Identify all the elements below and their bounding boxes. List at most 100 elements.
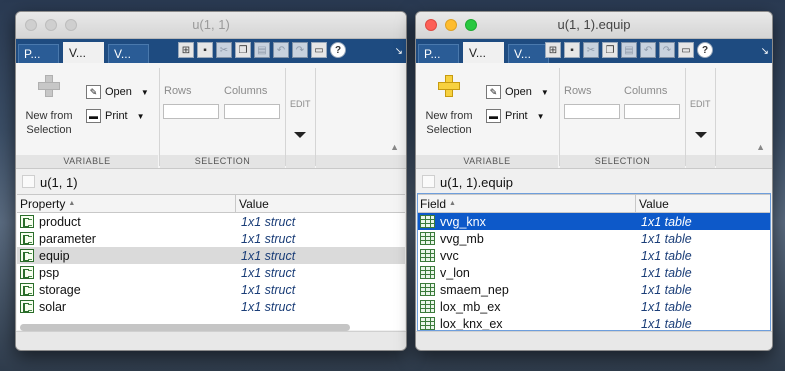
save-icon[interactable]: ▪ <box>564 42 580 58</box>
table-row[interactable]: vvg_mb 1x1 table <box>417 230 771 247</box>
field-name: equip <box>39 248 70 263</box>
layout-icon[interactable]: ▭ <box>311 42 327 58</box>
cut-icon[interactable]: ✂ <box>216 42 232 58</box>
field-table: Field ▲ Value vvg_knx 1x1 table vvg_mb 1x… <box>417 194 771 343</box>
table-icon <box>420 283 435 296</box>
rows-label: Rows <box>564 85 592 97</box>
copy-icon[interactable]: ❐ <box>602 42 618 58</box>
field-value: 1x1 struct <box>241 299 296 314</box>
struct-small-icon <box>22 175 35 188</box>
ribbon-footer <box>716 155 772 168</box>
toolstrip-menu-icon[interactable]: ↘ <box>761 46 769 57</box>
ribbon: New from Selection ✎ Open ▼ ▬ Print ▼ Ro… <box>16 63 406 169</box>
status-bar <box>16 331 406 350</box>
table-row[interactable]: product 1x1 struct <box>17 213 405 230</box>
toolstrip-menu-icon[interactable]: ↘ <box>395 46 403 57</box>
field-name: vvg_knx <box>440 214 486 229</box>
table-icon <box>420 317 435 330</box>
cut-icon[interactable]: ✂ <box>583 42 599 58</box>
undo-icon[interactable]: ↶ <box>640 42 656 58</box>
table-row[interactable]: lox_knx_ex 1x1 table <box>417 315 771 332</box>
table-row[interactable]: psp 1x1 struct <box>17 264 405 281</box>
chevron-down-icon: ▼ <box>536 111 545 121</box>
quick-access-toolbar: ⊞ ▪ ✂ ❐ ▤ ↶ ↷ ▭ ? <box>178 42 346 58</box>
edit-expand-icon[interactable] <box>294 132 306 138</box>
undo-icon[interactable]: ↶ <box>273 42 289 58</box>
columns-input[interactable] <box>224 104 280 119</box>
table-row-highlighted[interactable]: equip 1x1 struct <box>17 247 405 264</box>
ribbon: New from Selection ✎ Open ▼ ▬ Print ▼ Ro… <box>416 63 772 169</box>
copy-icon[interactable]: ❐ <box>235 42 251 58</box>
variable-address-bar: u(1, 1) <box>16 169 406 196</box>
group-divider <box>315 68 316 166</box>
help-icon[interactable]: ? <box>330 42 346 58</box>
table-row[interactable]: vvc 1x1 table <box>417 247 771 264</box>
tab-variable[interactable]: V... <box>463 42 504 63</box>
new-from-selection-button[interactable]: New from Selection <box>22 69 76 137</box>
rows-input[interactable] <box>163 104 219 119</box>
chevron-down-icon: ▼ <box>136 111 145 121</box>
field-name: v_lon <box>440 265 470 280</box>
variable-path: u(1, 1) <box>40 175 78 190</box>
switch-windows-icon[interactable]: ⊞ <box>545 42 561 58</box>
edit-expand-icon[interactable] <box>695 132 707 138</box>
table-row[interactable]: storage 1x1 struct <box>17 281 405 298</box>
field-name: psp <box>39 265 60 280</box>
tab-view[interactable]: V... <box>508 44 549 63</box>
column-header-field[interactable]: Field ▲ <box>417 195 635 212</box>
sort-ascending-icon: ▲ <box>449 200 456 207</box>
layout-icon[interactable]: ▭ <box>678 42 694 58</box>
rows-input[interactable] <box>564 104 620 119</box>
rows-label: Rows <box>164 85 192 97</box>
table-header: Property ▲ Value <box>17 194 405 213</box>
collapse-ribbon-icon[interactable]: ▲ <box>756 142 765 152</box>
column-header-label: Value <box>239 196 269 211</box>
tab-plots[interactable]: P... <box>418 44 459 63</box>
column-header-label: Field <box>420 196 447 211</box>
new-from-selection-button[interactable]: New from Selection <box>422 69 476 137</box>
field-name: storage <box>39 282 81 297</box>
print-icon: ▬ <box>486 109 501 123</box>
tab-plots[interactable]: P... <box>18 44 59 63</box>
field-value: 1x1 table <box>641 282 692 297</box>
horizontal-scrollbar[interactable] <box>20 324 350 331</box>
column-header-label: Property <box>20 196 66 211</box>
tab-view[interactable]: V... <box>108 44 149 63</box>
print-button[interactable]: ▬ Print ▼ <box>86 109 145 123</box>
edit-group-label: EDIT <box>690 99 711 109</box>
struct-icon <box>20 232 34 245</box>
collapse-ribbon-icon[interactable]: ▲ <box>390 142 399 152</box>
column-header-value[interactable]: Value <box>635 195 771 212</box>
save-icon[interactable]: ▪ <box>197 42 213 58</box>
table-row[interactable]: smaem_nep 1x1 table <box>417 281 771 298</box>
field-value: 1x1 struct <box>241 231 296 246</box>
struct-icon <box>20 215 34 228</box>
table-row-selected[interactable]: vvg_knx 1x1 table <box>417 213 771 230</box>
table-icon <box>420 266 435 279</box>
redo-icon[interactable]: ↷ <box>292 42 308 58</box>
table-row[interactable]: lox_mb_ex 1x1 table <box>417 298 771 315</box>
switch-windows-icon[interactable]: ⊞ <box>178 42 194 58</box>
window-title: u(1, 1).equip <box>557 17 631 32</box>
table-row[interactable]: solar 1x1 struct <box>17 298 405 315</box>
group-label-edit <box>686 155 715 168</box>
paste-icon[interactable]: ▤ <box>254 42 270 58</box>
field-name: smaem_nep <box>440 282 509 297</box>
title-bar[interactable]: u(1, 1).equip <box>416 12 772 39</box>
columns-input[interactable] <box>624 104 680 119</box>
column-header-property[interactable]: Property ▲ <box>17 195 235 212</box>
open-button[interactable]: ✎ Open ▼ <box>86 85 149 99</box>
table-row[interactable]: parameter 1x1 struct <box>17 230 405 247</box>
tab-variable[interactable]: V... <box>63 42 104 63</box>
print-icon: ▬ <box>86 109 101 123</box>
group-label-selection: SELECTION <box>160 155 285 168</box>
open-button[interactable]: ✎ Open ▼ <box>486 85 549 99</box>
redo-icon[interactable]: ↷ <box>659 42 675 58</box>
table-row[interactable]: v_lon 1x1 table <box>417 264 771 281</box>
column-header-value[interactable]: Value <box>235 195 405 212</box>
help-icon[interactable]: ? <box>697 42 713 58</box>
print-button[interactable]: ▬ Print ▼ <box>486 109 545 123</box>
field-value: 1x1 table <box>641 248 692 263</box>
title-bar[interactable]: u(1, 1) <box>16 12 406 39</box>
paste-icon[interactable]: ▤ <box>621 42 637 58</box>
